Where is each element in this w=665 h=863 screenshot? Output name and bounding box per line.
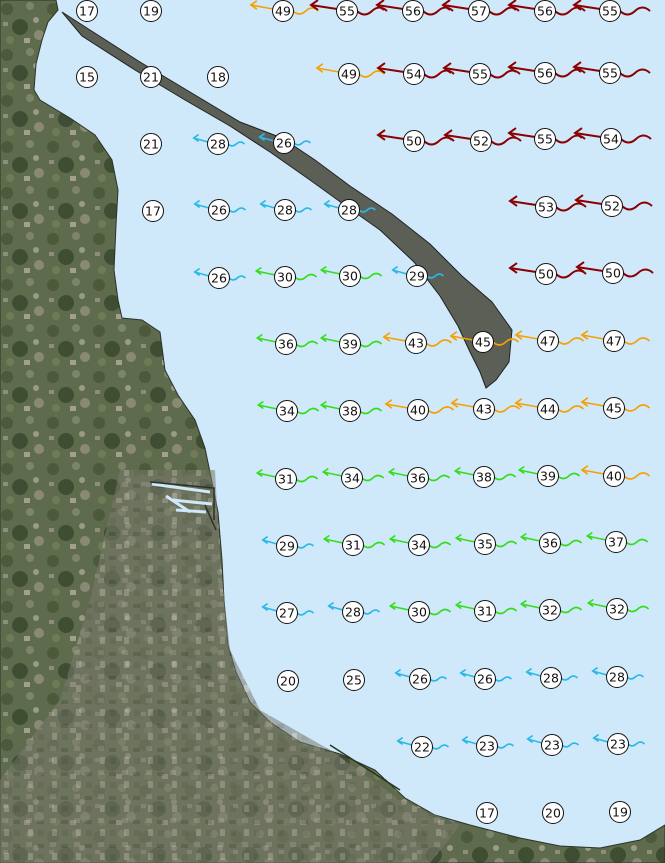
marker-value: 49 [275,4,291,19]
marker-value: 31 [345,538,361,553]
marker-value: 27 [279,606,295,621]
marker-value: 49 [341,67,357,82]
marker-value: 36 [542,536,558,551]
marker-value: 43 [408,336,424,351]
marker-value: 36 [278,337,294,352]
marker-value: 21 [143,137,159,152]
marker-value: 31 [278,472,294,487]
marker-value: 28 [277,203,293,218]
marker-value: 32 [609,602,625,617]
marker-value: 57 [471,4,487,19]
marker-value: 55 [537,132,553,147]
marker-value: 45 [475,335,491,350]
marker-value: 56 [405,4,421,19]
marker-value: 28 [543,671,559,686]
marker-value: 50 [538,267,554,282]
wind-marker: 19 [609,801,631,823]
marker-value: 26 [211,271,227,286]
marker-value: 55 [339,4,355,19]
marker-value: 39 [540,469,556,484]
wind-marker: 21 [140,66,162,88]
wind-marker: 17 [142,200,164,222]
marker-value: 18 [210,70,226,85]
marker-value: 34 [411,538,427,553]
satellite-map[interactable]: 17 19 49 55 56 57 56 55 15 21 18 49 54 55 56 55 21 28 26 50… [0,0,665,863]
marker-value: 20 [545,806,561,821]
wind-marker: 17 [476,802,498,824]
marker-value: 52 [473,134,489,149]
wind-marker: 20 [542,802,564,824]
marker-value: 20 [280,674,296,689]
wind-marker: 20 [277,670,299,692]
marker-value: 53 [538,200,554,215]
marker-value: 40 [606,469,622,484]
marker-value: 29 [279,539,295,554]
marker-value: 50 [406,134,422,149]
marker-value: 50 [605,266,621,281]
marker-value: 40 [410,403,426,418]
marker-value: 55 [602,4,618,19]
marker-value: 34 [344,471,360,486]
wind-marker: 19 [140,0,162,22]
marker-value: 47 [540,334,556,349]
marker-value: 56 [537,4,553,19]
marker-value: 28 [341,203,357,218]
marker-value: 38 [476,470,492,485]
marker-value: 30 [342,269,358,284]
marker-value: 28 [210,137,226,152]
marker-value: 32 [542,603,558,618]
marker-value: 28 [345,605,361,620]
marker-value: 15 [79,70,95,85]
marker-value: 54 [406,67,422,82]
marker-value: 22 [414,740,430,755]
marker-value: 31 [477,604,493,619]
marker-value: 43 [476,402,492,417]
marker-value: 55 [472,67,488,82]
marker-value: 26 [211,203,227,218]
marker-value: 26 [412,672,428,687]
marker-value: 44 [540,402,556,417]
marker-value: 19 [612,805,628,820]
wind-marker: 18 [207,66,229,88]
map-canvas: 17 19 49 55 56 57 56 55 15 21 18 49 54 55 56 55 21 28 26 50… [0,0,665,863]
marker-value: 55 [602,66,618,81]
marker-value: 17 [479,806,495,821]
marker-value: 30 [411,605,427,620]
marker-value: 23 [544,738,560,753]
terrain-layer [0,0,665,863]
marker-value: 47 [606,334,622,349]
marker-value: 26 [477,672,493,687]
marker-value: 21 [143,70,159,85]
marker-value: 17 [145,204,161,219]
wind-marker: 15 [76,66,98,88]
marker-value: 29 [409,269,425,284]
marker-value: 30 [277,270,293,285]
marker-value: 34 [279,404,295,419]
marker-value: 28 [609,670,625,685]
marker-value: 45 [606,401,622,416]
marker-value: 26 [276,136,292,151]
marker-value: 39 [342,337,358,352]
marker-value: 25 [346,673,362,688]
marker-value: 54 [603,132,619,147]
marker-value: 23 [479,739,495,754]
marker-value: 23 [610,737,626,752]
marker-value: 19 [143,4,159,19]
marker-value: 56 [537,66,553,81]
marker-value: 37 [608,535,624,550]
marker-value: 17 [79,4,95,19]
wind-marker: 21 [140,133,162,155]
wind-marker: 17 [76,0,98,22]
wind-marker: 25 [343,669,365,691]
marker-value: 38 [342,404,358,419]
marker-value: 52 [604,199,620,214]
marker-value: 35 [477,537,493,552]
marker-value: 36 [410,471,426,486]
